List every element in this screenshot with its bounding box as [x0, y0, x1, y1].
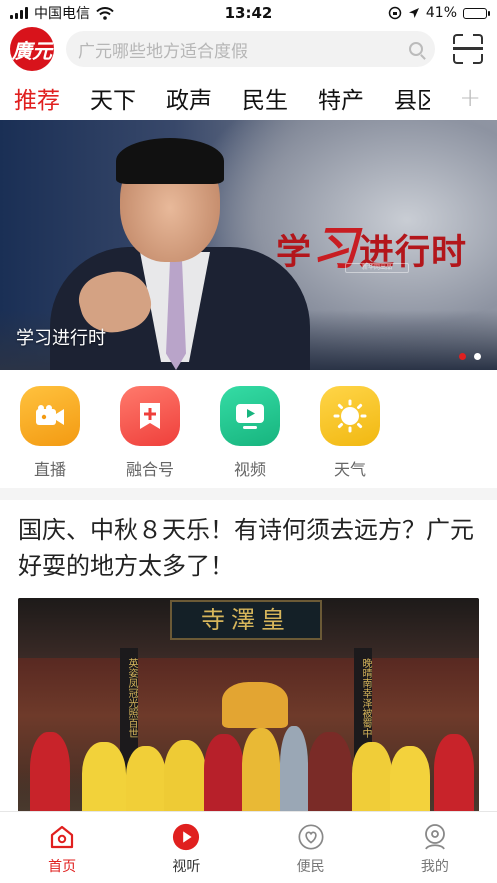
- quick-entries: 直播 融合号 视频 天气: [0, 370, 497, 488]
- nav-label: 视听: [172, 859, 201, 875]
- play-circle-icon[interactable]: [172, 823, 200, 851]
- nav-label: 首页: [48, 859, 77, 875]
- tab-politics[interactable]: 政声: [166, 81, 212, 115]
- nav-label: 便民: [296, 859, 325, 875]
- battery-icon: [463, 7, 490, 19]
- quick-entry-live[interactable]: 直播: [20, 370, 80, 488]
- performer-figure: [82, 742, 126, 812]
- status-bar: 中国电信 13:42 41%: [0, 0, 497, 26]
- performer-figure: [126, 746, 166, 812]
- carrier-name: 中国电信: [34, 6, 90, 22]
- header: 廣元 广元哪些地方适合度假: [0, 26, 497, 72]
- banner-carousel[interactable]: 学习进行时 新华网出品 学习进行时: [0, 120, 497, 370]
- performer-figure: [204, 734, 244, 812]
- video-camera-icon[interactable]: [20, 386, 80, 446]
- nav-profile[interactable]: 我的: [373, 812, 497, 883]
- heart-hands-icon[interactable]: [297, 823, 325, 851]
- performer-figure: [164, 740, 206, 812]
- quick-entry-weather[interactable]: 天气: [320, 370, 380, 488]
- home-icon[interactable]: [48, 823, 76, 851]
- performer-figure: [390, 746, 430, 812]
- banner-slogan-1: 学: [276, 233, 313, 273]
- wifi-icon: [96, 6, 114, 20]
- tab-specialty[interactable]: 特产: [318, 81, 364, 115]
- status-left: 中国电信: [10, 3, 190, 23]
- tab-counties[interactable]: 县区: [394, 81, 430, 115]
- tab-recommend[interactable]: 推荐: [14, 81, 60, 115]
- banner-caption: 学习进行时: [16, 328, 106, 349]
- carousel-dot[interactable]: [459, 353, 466, 360]
- article-image[interactable]: 寺澤皇 英姿凤冠光照百世 晚晴南幸泽被蜀中: [18, 598, 479, 812]
- tab-livelihood[interactable]: 民生: [242, 81, 288, 115]
- user-icon[interactable]: [421, 823, 449, 851]
- nav-home[interactable]: 首页: [0, 812, 124, 883]
- category-tabs: 推荐 天下 政声 民生 特产 县区 +: [0, 76, 497, 120]
- couplet-left: 英姿凤冠光照百世: [126, 658, 137, 738]
- performer-figure: [308, 732, 352, 812]
- golden-fan: [222, 682, 288, 728]
- status-right: 41%: [307, 5, 490, 21]
- couplet-right: 晚晴南幸泽被蜀中: [360, 658, 371, 738]
- article-title[interactable]: 国庆、中秋８天乐！有诗何须去远方？广元好耍的地方太多了！: [18, 512, 480, 584]
- sun-icon[interactable]: [320, 386, 380, 446]
- carousel-dots: [459, 353, 481, 360]
- section-divider: [0, 488, 497, 500]
- search-icon[interactable]: [409, 42, 423, 56]
- quick-entry-label: 融合号: [125, 460, 174, 479]
- performer-figure: [242, 728, 280, 812]
- quick-entry-label: 天气: [333, 460, 366, 479]
- battery-percent: 41%: [425, 5, 457, 21]
- performer-figure: [434, 734, 474, 812]
- nav-services[interactable]: 便民: [249, 812, 373, 883]
- signal-icon: [10, 7, 28, 19]
- location-icon: [408, 8, 419, 18]
- rotation-lock-icon: [388, 6, 402, 20]
- status-time: 13:42: [224, 4, 273, 22]
- quick-entry-video[interactable]: 视频: [220, 370, 280, 488]
- app-logo[interactable]: 廣元: [10, 27, 54, 71]
- bookmark-plus-icon[interactable]: [120, 386, 180, 446]
- performer-figure: [30, 732, 70, 812]
- performer-figure: [280, 726, 308, 812]
- search-placeholder: 广元哪些地方适合度假: [78, 41, 248, 62]
- nav-media[interactable]: 视听: [124, 812, 248, 883]
- nav-label: 我的: [420, 859, 449, 875]
- carousel-dot[interactable]: [474, 353, 481, 360]
- quick-entry-media[interactable]: 融合号: [120, 370, 180, 488]
- quick-entry-label: 直播: [33, 460, 66, 479]
- add-tab-button[interactable]: +: [439, 76, 497, 120]
- performer-figure: [352, 742, 392, 812]
- quick-entry-label: 视频: [233, 460, 266, 479]
- scan-icon[interactable]: [453, 34, 483, 64]
- search-input[interactable]: 广元哪些地方适合度假: [66, 31, 435, 67]
- banner-sub-badge: 新华网出品: [345, 263, 409, 273]
- temple-plaque: 寺澤皇: [170, 600, 322, 640]
- tab-world[interactable]: 天下: [90, 81, 136, 115]
- bottom-nav: 首页 视听 便民 我的: [0, 811, 497, 883]
- tv-play-icon[interactable]: [220, 386, 280, 446]
